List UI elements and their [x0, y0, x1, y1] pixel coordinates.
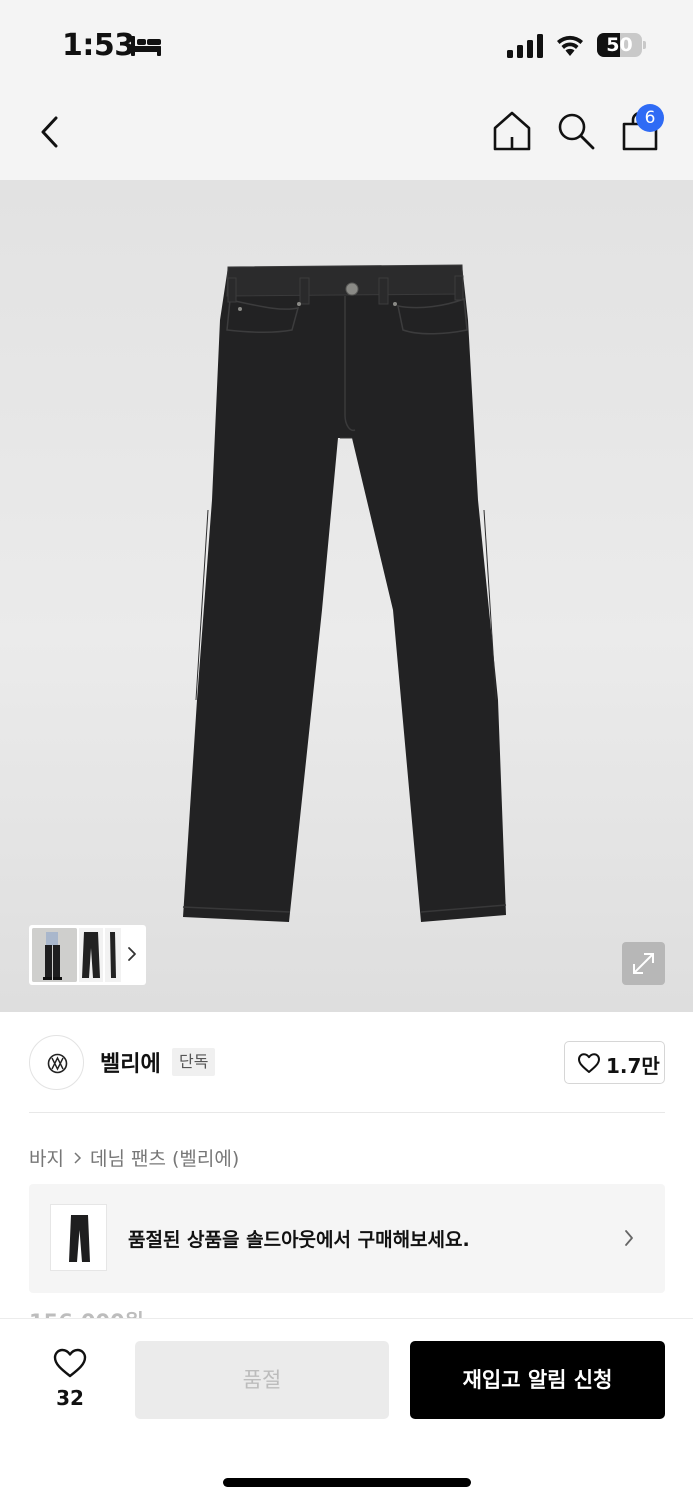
search-icon[interactable] [556, 111, 596, 151]
soldout-market-banner[interactable]: 품절된 상품을 솔드아웃에서 구매해보세요. [29, 1184, 665, 1293]
breadcrumb-item-denim-pants[interactable]: 데님 팬츠 (벨리에) [90, 1144, 239, 1171]
heart-outline-icon [578, 1053, 600, 1073]
breadcrumb: 바지 데님 팬츠 (벨리에) [29, 1144, 239, 1171]
thumbnail-jeans-side[interactable] [105, 928, 121, 982]
status-time: 1:53 [62, 28, 135, 63]
home-icon[interactable] [492, 110, 532, 152]
chevron-right-icon [625, 1230, 633, 1246]
expand-arrows-icon [633, 953, 654, 974]
home-indicator [223, 1478, 471, 1487]
chevron-right-icon [74, 1151, 82, 1164]
thumbnail-jeans-front[interactable] [79, 928, 103, 982]
expand-image-button[interactable] [622, 942, 665, 985]
cart-count-badge: 6 [636, 104, 664, 132]
wishlist-count: 32 [56, 1386, 84, 1410]
exclusive-badge: 단독 [172, 1048, 216, 1076]
soldout-button: 품절 [135, 1341, 389, 1419]
thumbnail-strip[interactable] [29, 925, 146, 985]
bed-icon [131, 36, 161, 56]
back-chevron-icon[interactable] [36, 112, 66, 152]
banner-text: 품절된 상품을 솔드아웃에서 구매해보세요. [128, 1229, 470, 1251]
breadcrumb-item-pants[interactable]: 바지 [29, 1144, 64, 1171]
cellular-signal-icon [507, 34, 543, 58]
top-nav-bar [0, 90, 693, 180]
brand-name[interactable]: 벨리에 [100, 1046, 161, 1078]
status-bar: 1:53 50 [0, 0, 693, 90]
battery-percent: 50 [606, 34, 633, 56]
brand-like-count: 1.7만 [606, 1054, 660, 1078]
banner-product-thumbnail [50, 1204, 107, 1271]
product-page: 1:53 50 6 벨리에 단독 1.7만 바지 데님 팬츠 (벨리에) 품절된… [0, 0, 693, 1500]
product-photo-jeans [182, 264, 507, 922]
product-image-gallery[interactable] [0, 180, 693, 1012]
battery-icon: 50 [597, 33, 647, 57]
restock-alert-button[interactable]: 재입고 알림 신청 [410, 1341, 665, 1419]
heart-outline-icon[interactable] [52, 1347, 88, 1379]
brand-logo-icon [47, 1053, 68, 1074]
wifi-icon [557, 35, 583, 56]
brand-like-button[interactable]: 1.7만 [564, 1041, 665, 1084]
brand-logo[interactable] [29, 1035, 84, 1090]
bottom-action-bar: 32 품절 재입고 알림 신청 [0, 1318, 693, 1500]
divider [29, 1112, 665, 1113]
chevron-right-icon[interactable] [125, 943, 139, 965]
thumbnail-model-photo[interactable] [32, 928, 77, 982]
